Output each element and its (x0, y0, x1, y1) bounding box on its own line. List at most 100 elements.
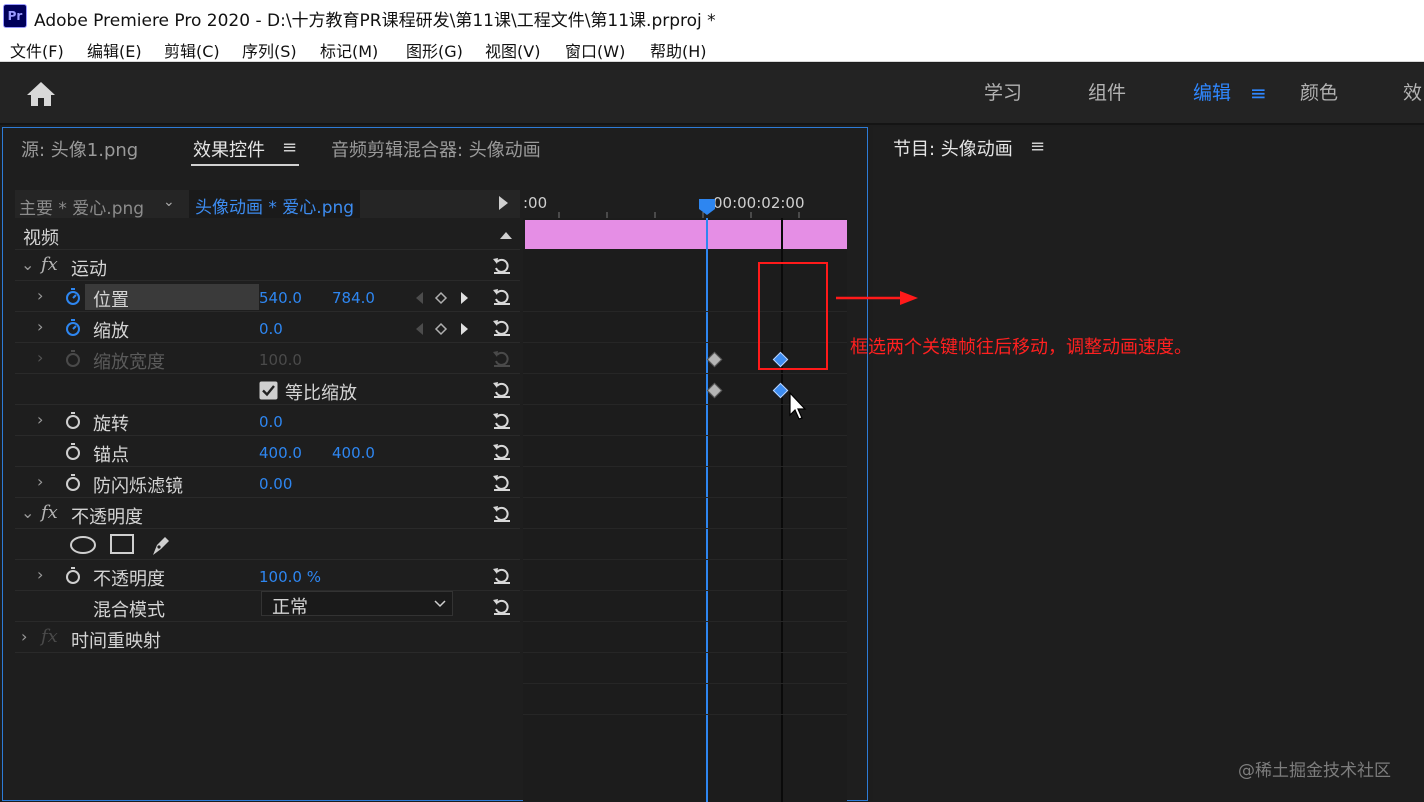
rotation-label: 旋转 (93, 414, 129, 435)
anchor-point-row: 锚点 400.0 400.0 (15, 437, 520, 467)
reset-icon[interactable] (491, 378, 513, 400)
tab-audio-clip-mixer[interactable]: 音频剪辑混合器: 头像动画 (331, 136, 541, 162)
workspace-editing[interactable]: 编辑 (1193, 78, 1231, 105)
opacity-group-row[interactable]: ⌄ fx 不透明度 (15, 499, 520, 529)
reset-icon[interactable] (491, 285, 513, 307)
home-icon[interactable] (24, 79, 58, 109)
expand-chevron-icon[interactable]: › (37, 410, 43, 429)
anti-flicker-value[interactable]: 0.00 (259, 475, 292, 493)
tab-source[interactable]: 源: 头像1.png (21, 136, 138, 162)
stopwatch-icon[interactable] (65, 288, 81, 305)
uniform-scale-checkbox[interactable] (259, 381, 278, 400)
keyframe-navigator[interactable] (413, 291, 473, 305)
menu-file[interactable]: 文件(F) (10, 38, 64, 62)
menu-clip[interactable]: 剪辑(C) (164, 38, 220, 62)
menu-window[interactable]: 窗口(W) (565, 38, 625, 62)
menu-help[interactable]: 帮助(H) (650, 38, 707, 62)
keyframe-navigator[interactable] (413, 322, 473, 336)
anchor-y-value[interactable]: 400.0 (332, 444, 375, 462)
reset-icon[interactable] (491, 502, 513, 524)
expand-chevron-icon[interactable]: › (37, 286, 43, 305)
expand-chevron-icon[interactable]: › (37, 317, 43, 336)
expand-chevron-icon[interactable]: › (21, 627, 27, 646)
reset-icon[interactable] (491, 409, 513, 431)
stopwatch-icon[interactable] (65, 474, 81, 491)
scale-value[interactable]: 0.0 (259, 320, 283, 338)
premiere-logo-icon: Pr (3, 4, 27, 28)
master-clip-label[interactable]: 主要 * 爱心.png (19, 194, 144, 219)
workspace-learn[interactable]: 学习 (984, 78, 1022, 105)
reset-icon[interactable] (491, 316, 513, 338)
stopwatch-icon[interactable] (65, 412, 81, 429)
anchor-x-value[interactable]: 400.0 (259, 444, 302, 462)
fx-icon: fx (41, 626, 58, 647)
scale-keyframe-2[interactable] (772, 382, 789, 399)
reset-icon[interactable] (491, 440, 513, 462)
menu-edit[interactable]: 编辑(E) (87, 38, 142, 62)
workspace-menu-icon[interactable]: ≡ (1250, 81, 1267, 105)
reset-icon[interactable] (491, 471, 513, 493)
fx-icon[interactable]: fx (41, 502, 58, 523)
active-tab-indicator (191, 164, 299, 166)
opacity-value[interactable]: 100.0 % (259, 568, 321, 586)
expand-chevron-icon[interactable]: › (37, 565, 43, 584)
time-remap-label: 时间重映射 (71, 631, 161, 652)
rectangle-mask-icon[interactable] (110, 534, 134, 554)
anti-flicker-row: › 防闪烁滤镜 0.00 (15, 468, 520, 498)
stopwatch-icon[interactable] (65, 443, 81, 460)
time-ruler[interactable]: :00 00:00:02:00 (523, 190, 847, 218)
rotation-value[interactable]: 0.0 (259, 413, 283, 431)
video-header-label: 视频 (23, 228, 59, 249)
chevron-down-icon[interactable]: ⌄ (163, 194, 175, 210)
opacity-label: 不透明度 (93, 569, 165, 590)
expand-chevron-icon[interactable]: ⌄ (21, 255, 34, 274)
fx-icon[interactable]: fx (41, 254, 58, 275)
position-label: 位置 (93, 290, 129, 311)
expand-chevron-icon[interactable]: ⌄ (21, 503, 34, 522)
position-y-value[interactable]: 784.0 (332, 289, 375, 307)
pen-mask-icon[interactable] (149, 533, 173, 557)
position-row: › 位置 540.0 784.0 (15, 282, 520, 312)
stopwatch-icon[interactable] (65, 567, 81, 584)
scale-keyframe-1[interactable] (706, 382, 723, 399)
position-x-value[interactable]: 540.0 (259, 289, 302, 307)
menu-marker[interactable]: 标记(M) (320, 38, 378, 62)
chevron-down-icon (434, 600, 446, 608)
stopwatch-icon[interactable] (65, 319, 81, 336)
panel-menu-icon[interactable]: ≡ (1030, 136, 1045, 157)
tab-effect-controls[interactable]: 效果控件 (193, 136, 265, 162)
ellipse-mask-icon[interactable] (69, 535, 97, 555)
program-monitor-title[interactable]: 节目: 头像动画 (893, 135, 1013, 161)
mask-tools-row (15, 530, 520, 560)
reset-icon[interactable] (491, 254, 513, 276)
time-remap-row[interactable]: › fx 时间重映射 (15, 623, 520, 653)
playhead-handle-icon[interactable] (698, 198, 716, 216)
reset-icon[interactable] (491, 564, 513, 586)
menu-graphics[interactable]: 图形(G) (406, 38, 463, 62)
sequence-clip-label[interactable]: 头像动画 * 爱心.png (189, 190, 361, 218)
motion-row[interactable]: ⌄ fx 运动 (15, 251, 520, 281)
uniform-scale-label: 等比缩放 (285, 383, 357, 404)
clip-bar[interactable] (525, 220, 847, 249)
scale-width-value: 100.0 (259, 351, 302, 369)
reset-icon (493, 351, 510, 367)
workspace-assembly[interactable]: 组件 (1088, 78, 1126, 105)
workspace-effects[interactable]: 效 (1403, 78, 1422, 105)
scale-row: › 缩放 0.0 (15, 313, 520, 343)
expand-chevron-icon[interactable]: › (37, 472, 43, 491)
blend-mode-label: 混合模式 (93, 600, 165, 621)
watermark: @稀土掘金技术社区 (1238, 761, 1391, 781)
panel-menu-icon[interactable]: ≡ (282, 137, 297, 158)
play-icon[interactable] (499, 196, 508, 210)
blend-mode-dropdown[interactable]: 正常 (261, 591, 453, 618)
annotation-highlight-box (758, 262, 828, 370)
menu-sequence[interactable]: 序列(S) (242, 38, 297, 62)
rotation-row: › 旋转 0.0 (15, 406, 520, 436)
clip-header: 主要 * 爱心.png ⌄ 头像动画 * 爱心.png (15, 190, 520, 219)
scale-width-row: › 缩放宽度 100.0 (15, 344, 520, 374)
position-keyframe-1[interactable] (706, 351, 723, 368)
menu-view[interactable]: 视图(V) (485, 38, 540, 62)
reset-icon[interactable] (491, 595, 513, 617)
collapse-up-icon[interactable] (499, 230, 513, 240)
workspace-color[interactable]: 颜色 (1300, 78, 1338, 105)
